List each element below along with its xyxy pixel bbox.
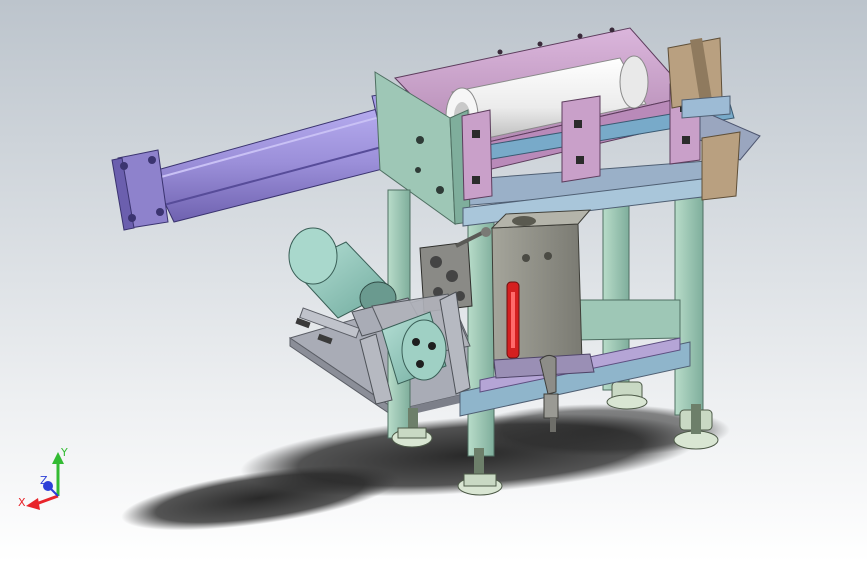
z-axis-label: Z <box>40 474 48 487</box>
x-axis-label: X <box>18 496 26 509</box>
x-axis-line <box>35 494 59 506</box>
hydraulic-tank[interactable] <box>490 209 595 379</box>
coordinate-triad: Y Z X <box>18 446 68 510</box>
y-axis-label: Y <box>60 446 68 459</box>
x-axis-arrow <box>26 498 40 510</box>
3d-model-view[interactable] <box>0 0 867 562</box>
cad-viewport[interactable]: Y Z X <box>0 0 867 562</box>
floor-shadow <box>121 404 730 531</box>
